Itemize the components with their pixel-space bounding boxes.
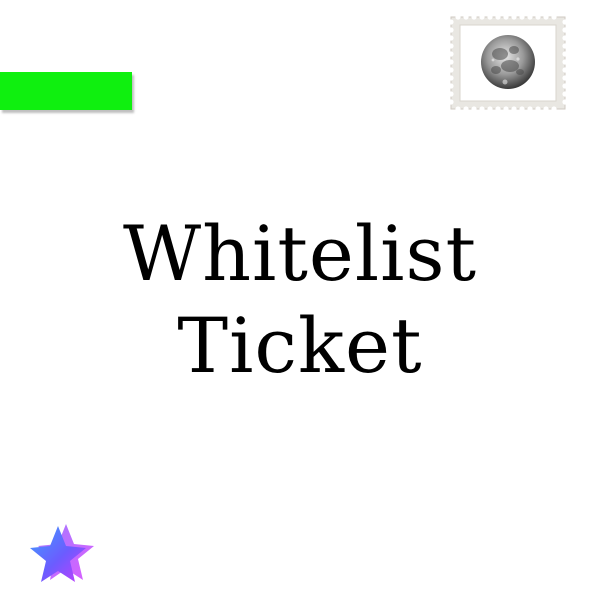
moon-postage-stamp-icon: [448, 14, 568, 112]
ticket-canvas: Whitelist Ticket: [0, 0, 600, 600]
ticket-title-line2: Ticket: [177, 301, 423, 390]
gradient-star-icon: [30, 524, 94, 582]
ticket-title-line1: Whitelist: [122, 209, 478, 298]
ticket-title: Whitelist Ticket: [0, 208, 600, 392]
green-accent-bar: [0, 72, 132, 110]
